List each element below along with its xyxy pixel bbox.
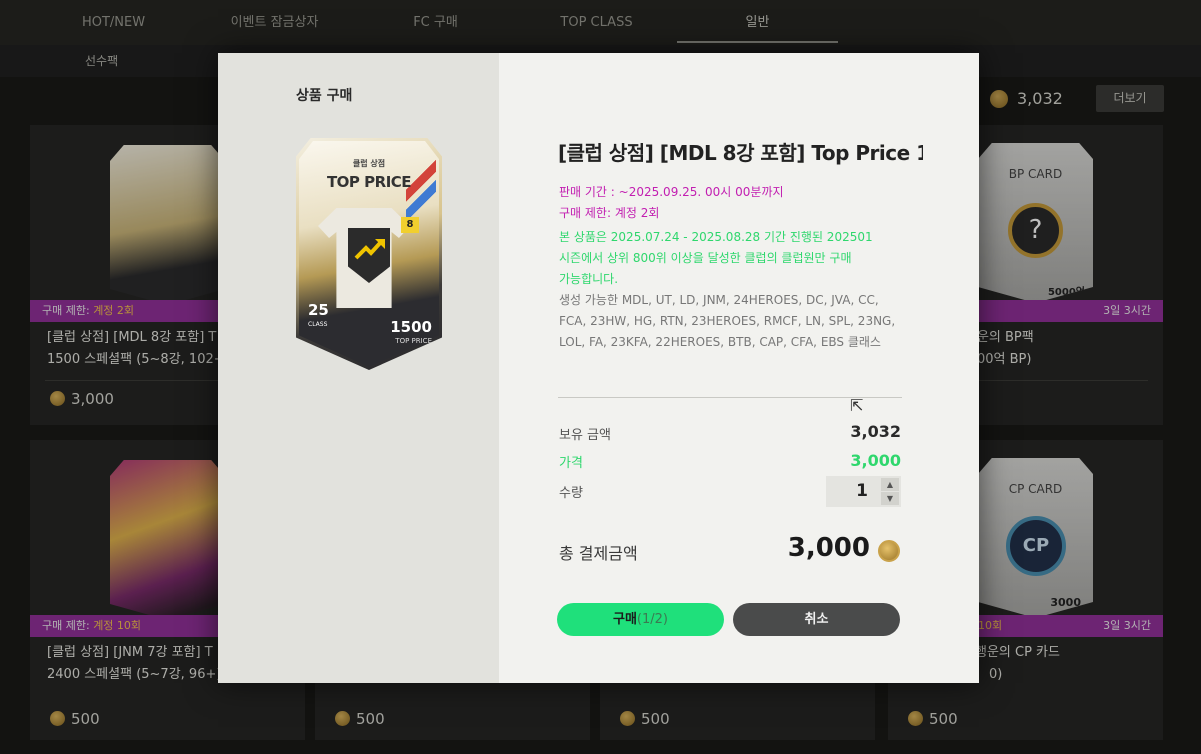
pack-price-label: TOP PRICE — [395, 337, 432, 345]
modal-title: 상품 구매 — [296, 88, 353, 104]
price-value: 3,000 — [850, 451, 901, 470]
quantity-stepper[interactable]: 1 ▲ ▼ — [826, 476, 901, 507]
purchase-limit: 구매 제한: 계정 2회 — [559, 206, 660, 220]
price-label: 가격 — [559, 456, 583, 471]
total-value: 3,000 — [787, 533, 870, 563]
pack-price: 1500 — [390, 318, 432, 336]
pack-label-small: 클럽 상점 — [352, 159, 386, 168]
sale-period: 판매 기간 : ~2025.09.25. 00시 00분까지 — [559, 185, 784, 199]
pack-image: 클럽 상점 TOP PRICE 8 25 CLASS 1500 TOP PRIC… — [296, 138, 442, 370]
balance-label: 보유 금액 — [559, 428, 611, 443]
coin-icon — [878, 540, 900, 562]
modal-right-panel: [클럽 상점] [MDL 8강 포함] Top Price 1 판매 기간 : … — [499, 53, 979, 683]
trend-arrow-icon — [354, 239, 385, 260]
quantity-up-button[interactable]: ▲ — [881, 478, 899, 491]
pack-number: 25 — [308, 301, 329, 319]
cancel-button[interactable]: 취소 — [733, 603, 900, 636]
quantity-value: 1 — [856, 481, 868, 501]
product-title: [클럽 상점] [MDL 8강 포함] Top Price 1 — [558, 141, 923, 165]
pack-badge: 8 — [401, 217, 419, 233]
quantity-down-button[interactable]: ▼ — [881, 492, 899, 505]
pack-label: TOP PRICE — [326, 173, 412, 191]
modal-left-panel: 상품 구매 클럽 상점 TOP PRICE 8 25 CLASS 1500 TO… — [218, 53, 499, 683]
purchase-modal: 상품 구매 클럽 상점 TOP PRICE 8 25 CLASS 1500 TO… — [218, 53, 979, 683]
buy-button[interactable]: 구매(1/2) — [557, 603, 724, 636]
eligibility-notice: 본 상품은 2025.07.24 - 2025.08.28 기간 진행된 202… — [559, 230, 873, 286]
total-label: 총 결제금액 — [559, 544, 638, 563]
quantity-label: 수량 — [559, 486, 583, 501]
pack-class-label: CLASS — [308, 321, 328, 328]
mouse-cursor-icon: ⇱ — [850, 396, 864, 415]
available-classes: 생성 가능한 MDL, UT, LD, JNM, 24HEROES, DC, J… — [559, 293, 896, 349]
balance-value: 3,032 — [850, 422, 901, 441]
